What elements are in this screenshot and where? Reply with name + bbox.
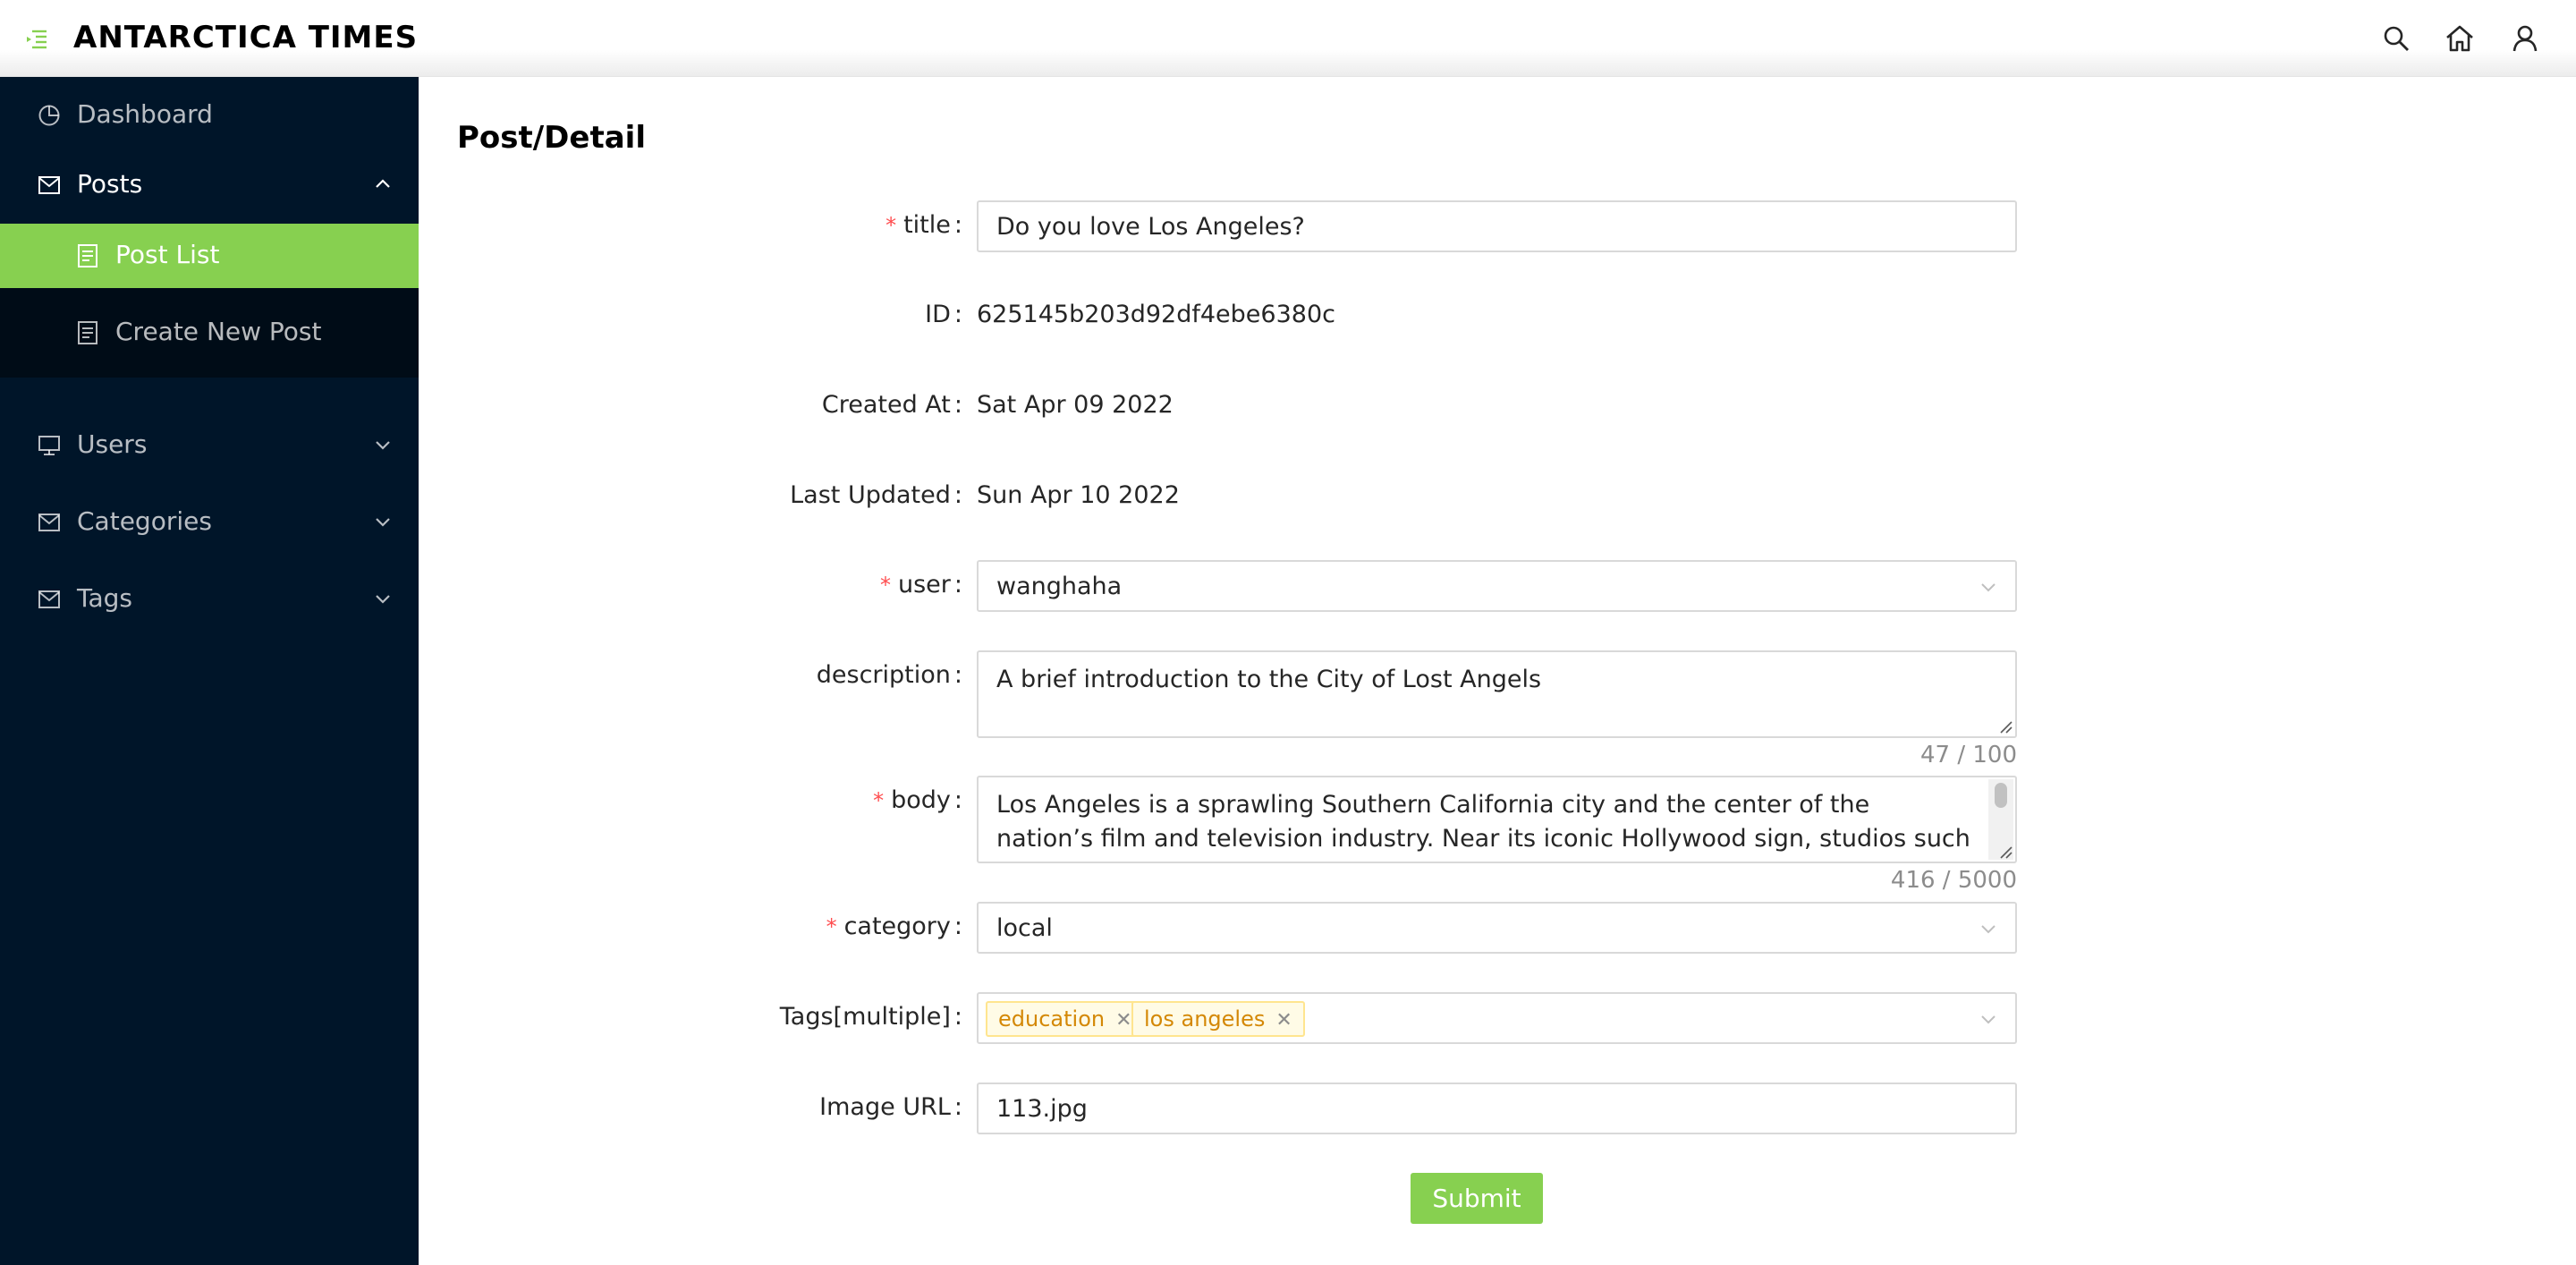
posts-submenu: Post List Create New Post	[0, 224, 419, 378]
description-counter: 47 / 100	[1920, 742, 2017, 768]
sidebar-item-label: Posts	[77, 169, 143, 199]
body-label: * body:	[873, 786, 962, 814]
chevron-down-icon	[1981, 583, 1996, 592]
home-icon[interactable]	[2445, 23, 2475, 54]
chevron-down-icon	[376, 518, 390, 527]
sidebar-item-label: Users	[77, 429, 148, 459]
chevron-down-icon	[1981, 1015, 1996, 1024]
required-mark: *	[886, 213, 897, 238]
menu-fold-icon[interactable]	[25, 27, 48, 50]
description-textarea[interactable]: A brief introduction to the City of Lost…	[977, 650, 2017, 738]
sidebar-item-users[interactable]: Users	[0, 407, 419, 484]
title-label: * title:	[886, 211, 962, 239]
chevron-down-icon	[1981, 925, 1996, 934]
file-icon	[78, 321, 97, 344]
sidebar-item-label: Tags	[77, 583, 132, 613]
chevron-down-icon	[376, 595, 390, 604]
sidebar-item-label: Create New Post	[115, 317, 322, 346]
mail-icon	[38, 590, 60, 608]
search-icon[interactable]	[2381, 23, 2411, 54]
submit-button[interactable]: Submit	[1411, 1173, 1543, 1224]
mail-icon	[38, 176, 60, 194]
description-label: description:	[816, 661, 962, 689]
sidebar-item-label: Categories	[77, 506, 212, 536]
last-updated-label: Last Updated:	[790, 481, 962, 509]
desktop-icon	[38, 436, 60, 455]
sidebar-item-dashboard[interactable]: Dashboard	[0, 77, 419, 154]
sidebar-item-tags[interactable]: Tags	[0, 561, 419, 638]
app-title: ANTARCTICA TIMES	[73, 20, 419, 55]
id-value: 625145b203d92df4ebe6380c	[977, 301, 1335, 328]
user-select-value: wanghaha	[996, 573, 1123, 600]
page-title: Post/Detail	[457, 120, 646, 156]
body-textarea[interactable]: Los Angeles is a sprawling Southern Cali…	[977, 776, 2017, 863]
image-url-input[interactable]: 113.jpg	[977, 1082, 2017, 1134]
pie-chart-icon	[38, 105, 60, 126]
app-header: ANTARCTICA TIMES	[0, 0, 2576, 77]
chevron-down-icon	[376, 441, 390, 450]
created-at-value: Sat Apr 09 2022	[977, 391, 1174, 419]
body-counter: 416 / 5000	[1890, 867, 2017, 894]
sidebar-item-categories[interactable]: Categories	[0, 484, 419, 561]
file-icon	[78, 244, 97, 267]
category-select[interactable]: local	[977, 902, 2017, 954]
created-at-label: Created At:	[821, 391, 962, 419]
category-select-value: local	[996, 914, 1053, 942]
tag-chip: los angeles ✕	[1131, 1001, 1305, 1037]
resize-handle-icon[interactable]	[1997, 718, 2013, 734]
tag-chip: education ✕	[986, 1001, 1145, 1037]
chevron-up-icon	[376, 179, 390, 188]
image-url-label: Image URL:	[819, 1093, 962, 1121]
scroll-thumb[interactable]	[1995, 783, 2007, 808]
user-label: * user:	[879, 571, 962, 599]
tags-multiselect[interactable]: education ✕ los angeles ✕	[977, 992, 2017, 1044]
tags-label: Tags[multiple]:	[779, 1003, 962, 1031]
category-label: * category:	[826, 913, 962, 940]
sidebar-item-post-list[interactable]: Post List	[0, 224, 419, 288]
last-updated-value: Sun Apr 10 2022	[977, 481, 1180, 509]
sidebar-item-create-new-post[interactable]: Create New Post	[0, 301, 419, 365]
user-select[interactable]: wanghaha	[977, 560, 2017, 612]
sidebar-item-label: Dashboard	[77, 99, 213, 129]
mail-icon	[38, 514, 60, 531]
resize-handle-icon[interactable]	[1997, 844, 2013, 860]
title-input[interactable]: Do you love Los Angeles?	[977, 200, 2017, 252]
user-icon[interactable]	[2510, 23, 2540, 54]
id-label: ID:	[925, 301, 962, 328]
sidebar-item-posts[interactable]: Posts	[0, 147, 419, 224]
sidebar-item-label: Post List	[115, 240, 220, 269]
close-icon[interactable]: ✕	[1115, 1009, 1131, 1032]
sidebar: Dashboard Posts Post List Create New Pos…	[0, 77, 419, 1265]
close-icon[interactable]: ✕	[1275, 1009, 1292, 1032]
